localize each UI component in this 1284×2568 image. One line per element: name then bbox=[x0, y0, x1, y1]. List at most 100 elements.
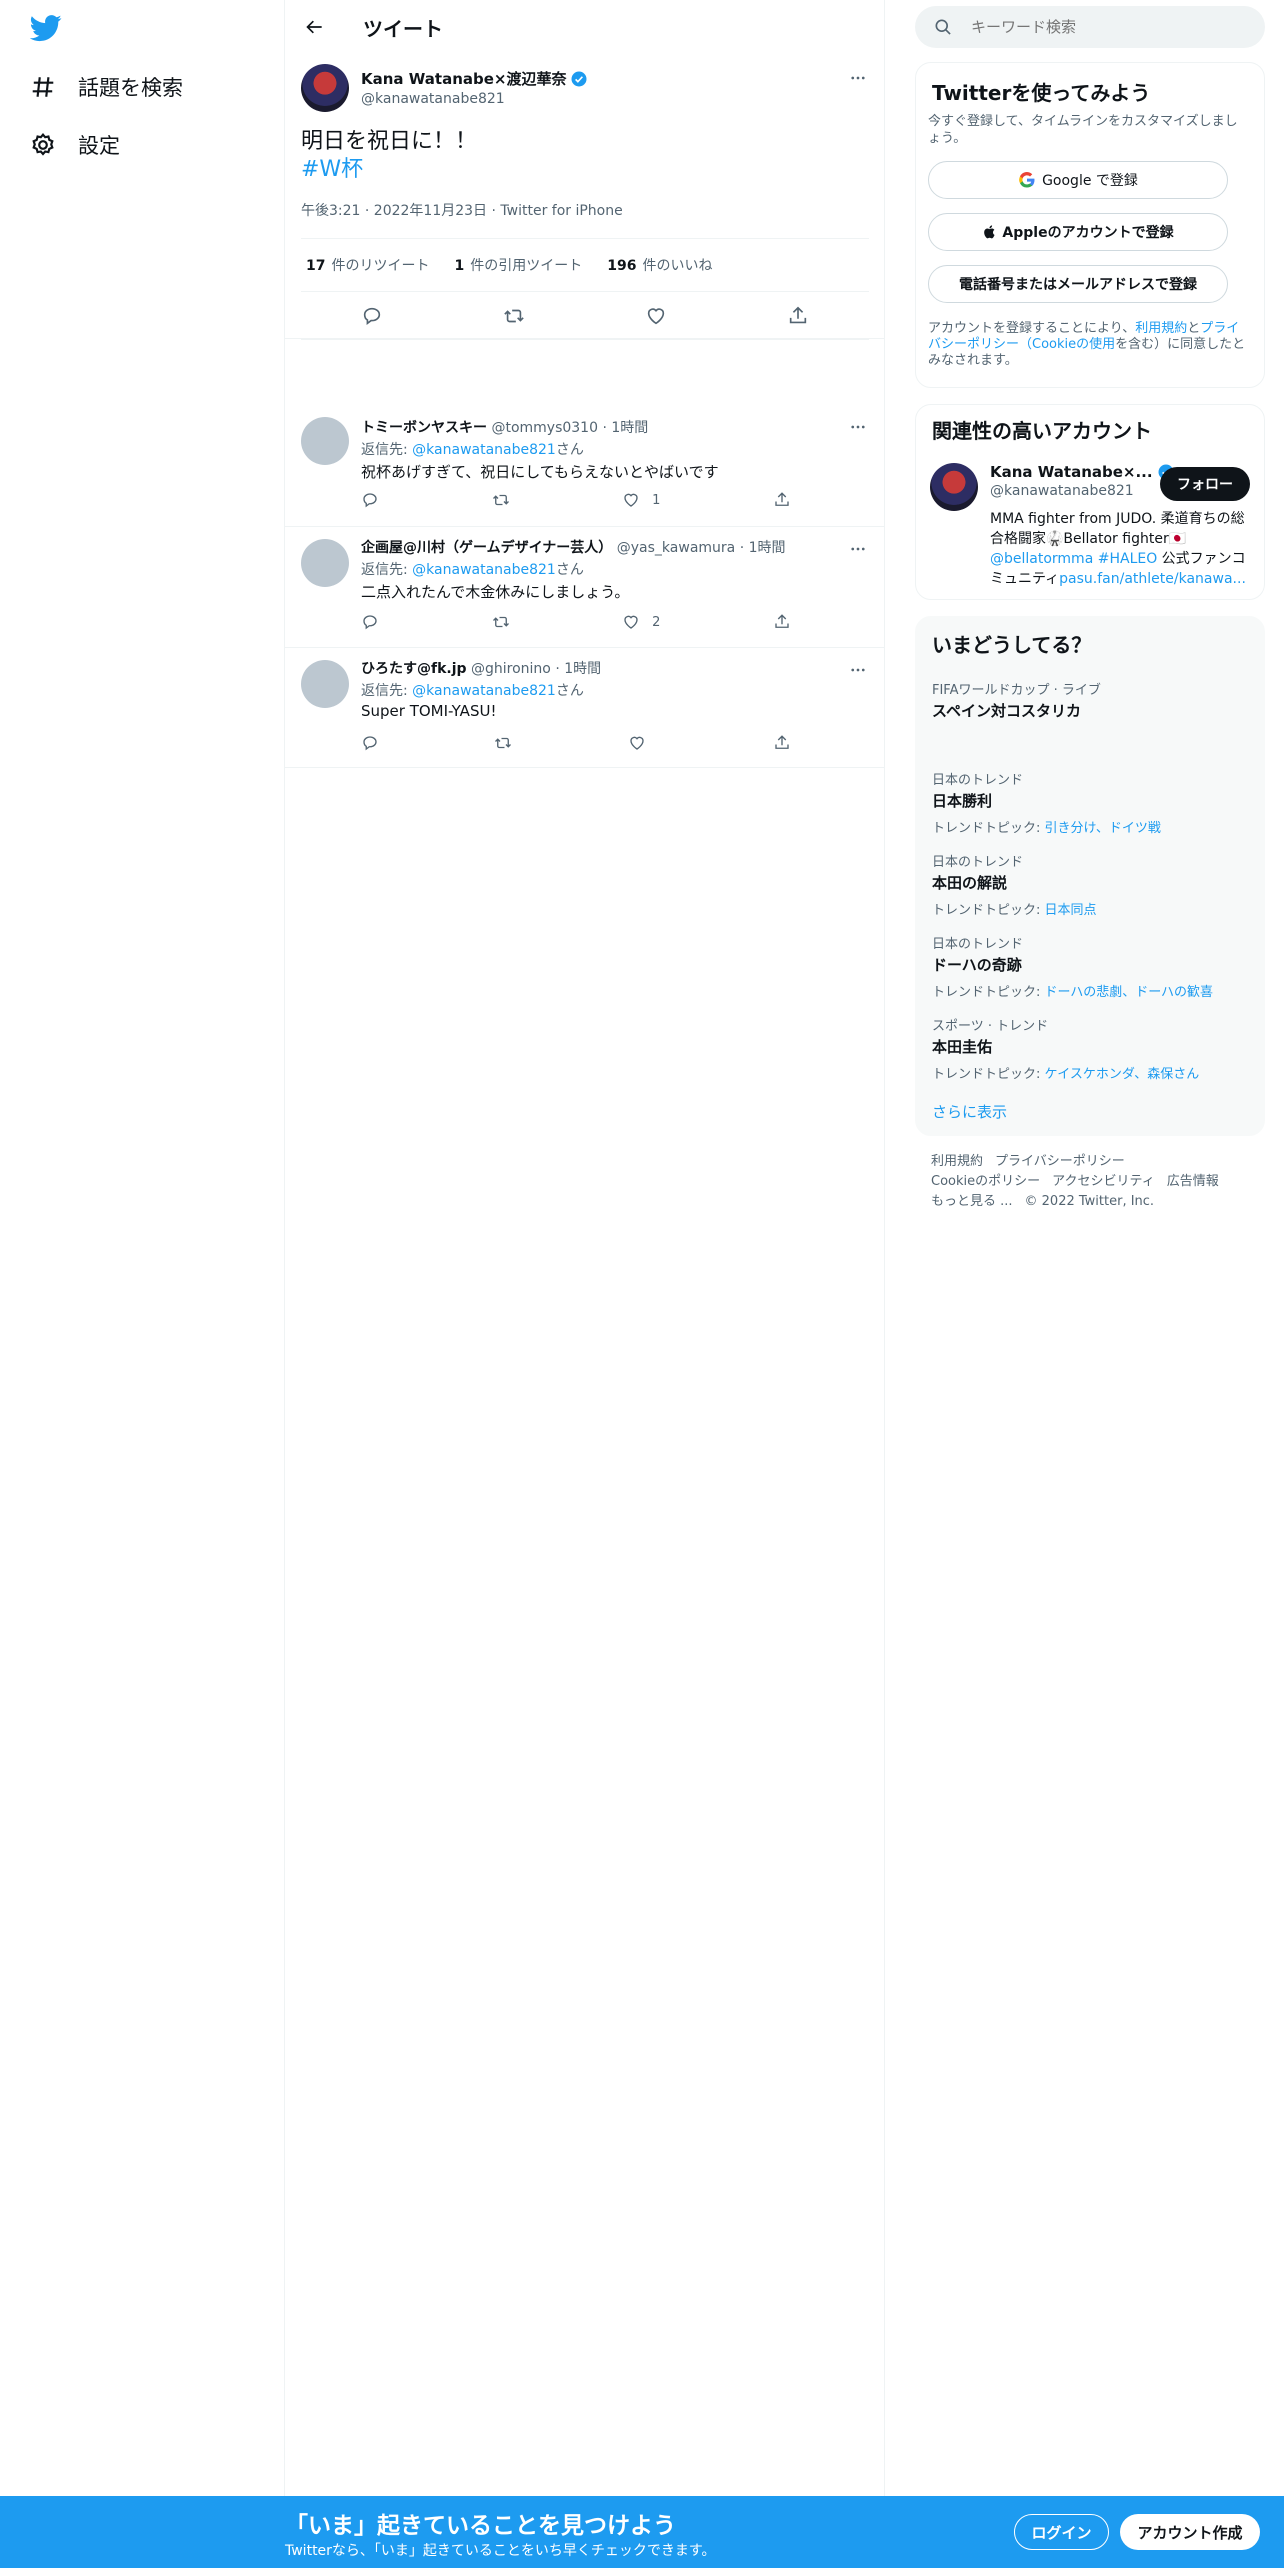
footer-terms-link[interactable]: 利用規約 bbox=[931, 1154, 983, 1169]
phone-email-signup-button[interactable]: 電話番号またはメールアドレスで登録 bbox=[928, 265, 1228, 303]
like-button[interactable] bbox=[628, 734, 658, 752]
trend-context: FIFAワールドカップ · ライブ bbox=[932, 683, 1101, 698]
retweet-button[interactable] bbox=[492, 491, 510, 509]
trend-topics-link[interactable]: 引き分け、ドイツ戦 bbox=[1045, 821, 1161, 836]
like-button[interactable]: 1 bbox=[622, 491, 660, 509]
bio-url-link[interactable]: pasu.fan/athlete/kanawa... bbox=[1059, 571, 1246, 587]
share-icon bbox=[775, 492, 789, 506]
share-icon bbox=[789, 306, 807, 323]
trend-item[interactable]: スポーツ · トレンド 本田圭佑 トレンドトピック: ケイスケホンダ、森保さん bbox=[932, 1015, 1252, 1082]
reply-button[interactable] bbox=[361, 613, 379, 631]
reply-avatar[interactable] bbox=[301, 539, 349, 587]
reply-text: 二点入れたんで木金休みにしましょう。 bbox=[361, 583, 630, 601]
trend-context: 日本のトレンド bbox=[932, 937, 1024, 952]
author-avatar[interactable] bbox=[301, 64, 349, 112]
quote-count[interactable]: 1 件の引用ツイート bbox=[454, 255, 582, 275]
trend-topics-link[interactable]: ケイスケホンダ、森保さん bbox=[1045, 1067, 1200, 1082]
tweet-hashtag-link[interactable]: #W杯 bbox=[301, 156, 477, 184]
bio-mention-link[interactable]: @bellatormma bbox=[990, 551, 1093, 567]
trend-topics-link[interactable]: ドーハの悲劇、ドーハの歓喜 bbox=[1045, 985, 1213, 1000]
retweet-button[interactable] bbox=[494, 734, 512, 752]
trend-item[interactable]: 日本のトレンド ドーハの奇跡 トレンドトピック: ドーハの悲劇、ドーハの歓喜 bbox=[932, 933, 1252, 1000]
like-button[interactable] bbox=[645, 305, 667, 327]
share-button[interactable] bbox=[773, 734, 791, 752]
trend-name: ドーハの奇跡 bbox=[932, 956, 1022, 974]
reply-to-link[interactable]: @kanawatanabe821 bbox=[412, 442, 556, 458]
footer-more-link[interactable]: もっと見る ... bbox=[931, 1194, 1013, 1209]
tweet-timestamp[interactable]: 午後3:21 · 2022年11月23日 · Twitter for iPhon… bbox=[301, 200, 623, 220]
author-name[interactable]: Kana Watanabe×渡辺華奈 bbox=[361, 68, 566, 89]
twitter-logo-icon[interactable] bbox=[29, 12, 66, 48]
share-button[interactable] bbox=[773, 491, 791, 509]
footer-cookie-link[interactable]: Cookieのポリシー bbox=[931, 1174, 1040, 1189]
reply-time[interactable]: · 1時間 bbox=[602, 420, 648, 436]
tweet-stats: 17 件のリツイート 1 件の引用ツイート 196 件のいいね bbox=[301, 238, 869, 292]
reply-more-button[interactable] bbox=[841, 660, 875, 680]
related-account-name[interactable]: Kana Watanabe×... bbox=[990, 463, 1153, 481]
nav-explore[interactable]: 話題を検索 bbox=[28, 62, 183, 112]
bottom-bar-title: 「いま」起きていることを見つけよう bbox=[285, 2513, 676, 2539]
reply-more-button[interactable] bbox=[841, 417, 875, 437]
like-button[interactable]: 2 bbox=[622, 613, 660, 631]
apple-signup-button[interactable]: Appleのアカウントで登録 bbox=[928, 213, 1228, 251]
reply-button[interactable] bbox=[361, 734, 379, 752]
footer-ads-link[interactable]: 広告情報 bbox=[1167, 1174, 1219, 1189]
google-signup-button[interactable]: Google で登録 bbox=[928, 161, 1228, 199]
reply-author-handle[interactable]: @yas_kawamura bbox=[617, 540, 735, 556]
reply-author-name[interactable]: ひろたす@fk.jp bbox=[361, 661, 467, 677]
share-button[interactable] bbox=[773, 613, 791, 631]
reply-author-name[interactable]: トミーボンヤスキー bbox=[361, 420, 487, 436]
back-button[interactable] bbox=[295, 7, 335, 47]
reply-avatar[interactable] bbox=[301, 660, 349, 708]
reply-icon bbox=[363, 493, 377, 508]
reply-more-button[interactable] bbox=[841, 539, 875, 559]
share-button[interactable] bbox=[787, 305, 809, 327]
reply-to-suffix: さん bbox=[555, 562, 584, 578]
signup-card: Twitterを使ってみよう 今すぐ登録して、タイムラインをカスタマイズしましょ… bbox=[915, 62, 1265, 388]
reply-author-handle[interactable]: @ghironino bbox=[471, 661, 551, 677]
more-dots-icon bbox=[851, 547, 865, 551]
reply-tweet[interactable]: 企画屋@川村（ゲームデザイナー芸人） @yas_kawamura · 1時間 返… bbox=[285, 527, 885, 648]
retweet-icon bbox=[495, 737, 512, 749]
login-button[interactable]: ログイン bbox=[1014, 2514, 1109, 2550]
reply-author-name[interactable]: 企画屋@川村（ゲームデザイナー芸人） bbox=[361, 540, 612, 556]
reply-time[interactable]: · 1時間 bbox=[555, 661, 601, 677]
reply-tweet[interactable]: トミーボンヤスキー @tommys0310 · 1時間 返信先: @kanawa… bbox=[285, 405, 885, 527]
reply-avatar[interactable] bbox=[301, 417, 349, 465]
reply-icon bbox=[363, 615, 377, 630]
more-dots-icon bbox=[851, 668, 865, 672]
create-account-button[interactable]: アカウント作成 bbox=[1120, 2514, 1260, 2550]
related-account-handle[interactable]: @kanawatanabe821 bbox=[990, 483, 1175, 499]
more-options-button[interactable] bbox=[841, 68, 875, 88]
reply-time[interactable]: · 1時間 bbox=[740, 540, 786, 556]
retweet-icon bbox=[492, 494, 509, 506]
nav-settings[interactable]: 設定 bbox=[28, 120, 120, 170]
reply-button[interactable] bbox=[361, 491, 379, 509]
terms-link[interactable]: 利用規約 bbox=[1135, 321, 1187, 336]
reply-to-link[interactable]: @kanawatanabe821 bbox=[412, 683, 556, 699]
like-count[interactable]: 196 件のいいね bbox=[607, 255, 712, 275]
like-count: 1 bbox=[652, 492, 661, 508]
reply-to-link[interactable]: @kanawatanabe821 bbox=[412, 562, 556, 578]
retweet-count[interactable]: 17 件のリツイート bbox=[306, 255, 429, 275]
footer-accessibility-link[interactable]: アクセシビリティ bbox=[1052, 1174, 1155, 1189]
trend-topics-link[interactable]: 日本同点 bbox=[1045, 903, 1097, 918]
retweet-button[interactable] bbox=[492, 613, 510, 631]
bio-hashtag-link[interactable]: #HALEO bbox=[1098, 551, 1158, 567]
reply-button[interactable] bbox=[361, 305, 383, 327]
trend-item[interactable]: 日本のトレンド 日本勝利 トレンドトピック: 引き分け、ドイツ戦 bbox=[932, 769, 1252, 836]
reply-author-handle[interactable]: @tommys0310 bbox=[491, 420, 598, 436]
trend-item[interactable]: 日本のトレンド 本田の解説 トレンドトピック: 日本同点 bbox=[932, 851, 1252, 918]
author-handle[interactable]: @kanawatanabe821 bbox=[361, 91, 588, 107]
trend-item[interactable]: FIFAワールドカップ · ライブ スペイン対コスタリカ bbox=[932, 679, 1252, 721]
show-more-link[interactable]: さらに表示 bbox=[932, 1101, 1007, 1122]
reply-icon bbox=[363, 736, 377, 751]
search-input[interactable] bbox=[971, 18, 1251, 36]
reply-tweet[interactable]: ひろたす@fk.jp @ghironino · 1時間 返信先: @kanawa… bbox=[285, 648, 885, 768]
trend-name: 本田圭佑 bbox=[932, 1038, 993, 1056]
related-account-avatar[interactable] bbox=[930, 463, 978, 511]
footer-privacy-link[interactable]: プライバシーポリシー bbox=[995, 1154, 1125, 1169]
follow-button[interactable]: フォロー bbox=[1160, 467, 1250, 501]
search-bar[interactable] bbox=[915, 6, 1265, 48]
retweet-button[interactable] bbox=[503, 305, 525, 327]
